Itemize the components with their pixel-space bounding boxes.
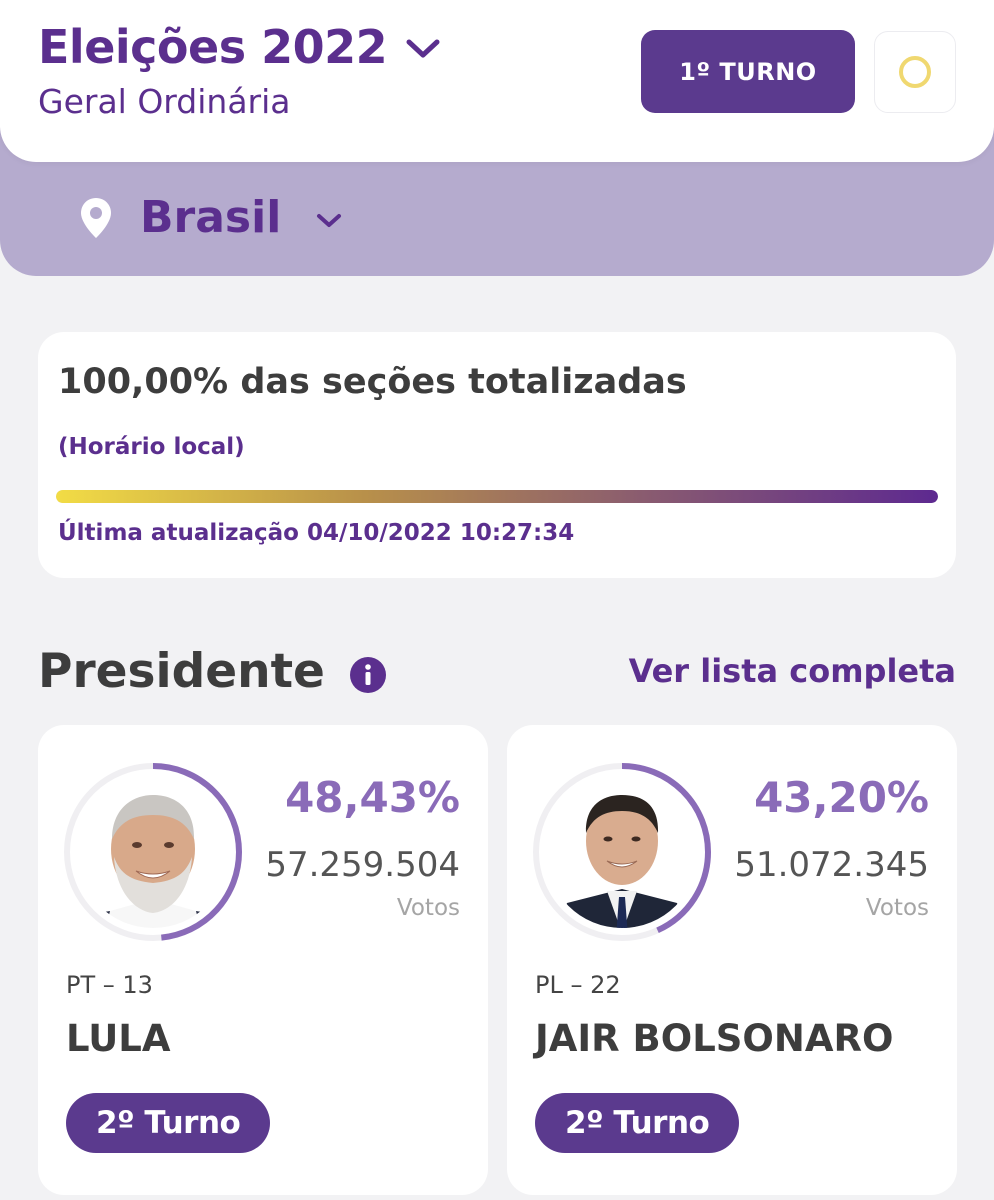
candidate-avatar (62, 761, 244, 943)
candidate-avatar (531, 761, 713, 943)
location-label[interactable]: Brasil (140, 192, 281, 243)
last-update: Última atualização 04/10/2022 10:27:34 (58, 520, 575, 546)
election-subtitle: Geral Ordinária (38, 82, 291, 121)
location-selector[interactable]: Brasil (78, 192, 343, 243)
totalization-title: 100,00% das seções totalizadas (58, 362, 687, 402)
votes-label: Votos (865, 895, 929, 921)
totalization-progress-bar (56, 490, 938, 503)
vote-count: 51.072.345 (734, 845, 929, 885)
section-header: Presidente (38, 644, 387, 699)
candidate-name: JAIR BOLSONARO (535, 1017, 894, 1060)
votes-label: Votos (396, 895, 460, 921)
vote-percentage: 43,20% (754, 773, 929, 822)
vote-share-ring (533, 763, 711, 941)
app-header: Eleições 2022 Geral Ordinária 1º TURNO (0, 0, 994, 162)
candidate-card[interactable]: 48,43% 57.259.504 Votos PT – 13 LULA 2º … (38, 725, 488, 1195)
vote-percentage: 48,43% (285, 773, 460, 822)
local-time-note: (Horário local) (58, 434, 245, 460)
election-selector[interactable]: Eleições 2022 (38, 20, 441, 74)
chevron-down-icon[interactable] (405, 38, 441, 60)
second-round-badge: 2º Turno (66, 1093, 271, 1153)
location-pin-icon (81, 197, 111, 238)
see-full-list-link[interactable]: Ver lista completa (629, 652, 956, 690)
vote-share-ring (64, 763, 242, 941)
candidate-card[interactable]: 43,20% 51.072.345 Votos PL – 22 JAIR BOL… (507, 725, 957, 1195)
party-number: PL – 22 (535, 971, 621, 999)
candidate-photo (77, 776, 229, 928)
second-round-badge: 2º Turno (535, 1093, 740, 1153)
theme-toggle-button[interactable] (874, 31, 956, 113)
chevron-down-icon[interactable] (315, 212, 343, 230)
vote-count: 57.259.504 (265, 845, 460, 885)
totalization-card: 100,00% das seções totalizadas (Horário … (38, 332, 956, 578)
turno-button[interactable]: 1º TURNO (641, 30, 855, 113)
circle-outline-icon (899, 56, 931, 88)
party-number: PT – 13 (66, 971, 153, 999)
section-title: Presidente (38, 644, 325, 699)
info-icon[interactable] (349, 656, 387, 694)
candidate-name: LULA (66, 1017, 171, 1060)
candidate-photo (546, 776, 698, 928)
page-title[interactable]: Eleições 2022 (38, 20, 388, 74)
progress-bar-fill (56, 490, 938, 503)
